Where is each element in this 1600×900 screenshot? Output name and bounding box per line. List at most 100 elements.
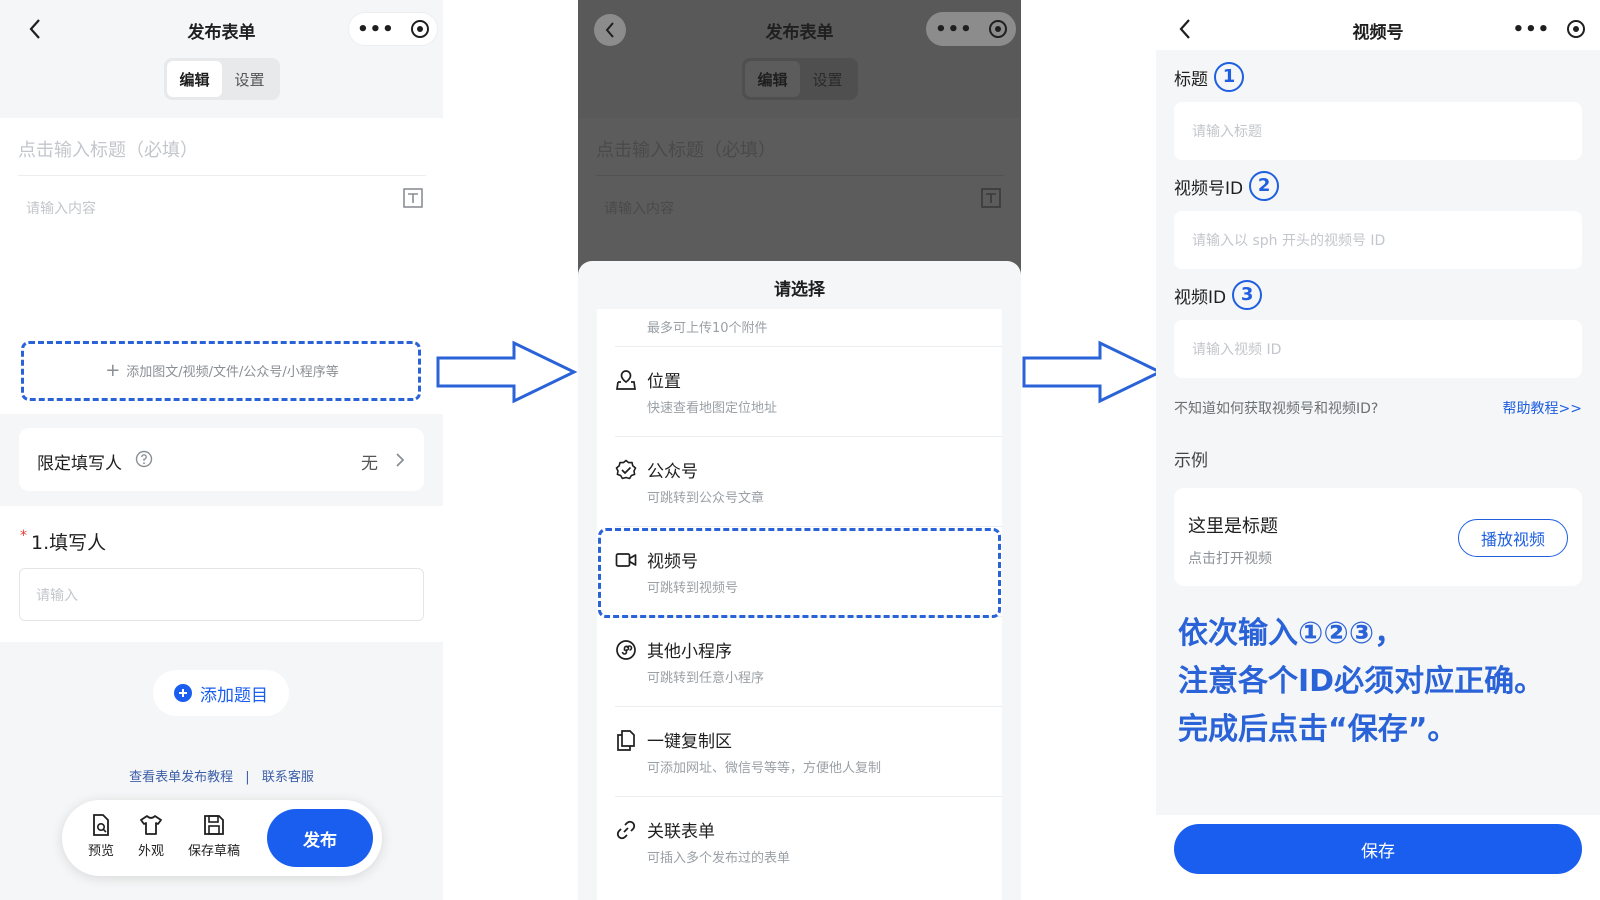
link-icon <box>616 820 636 840</box>
option-desc: 可跳转到任意小程序 <box>647 671 765 686</box>
question-title: 1.填写人 <box>31 532 107 554</box>
add-question-label: 添加题目 <box>200 685 268 706</box>
highlight-add-attachment <box>21 341 421 401</box>
divider <box>596 175 1004 176</box>
instruction-note: 依次输入①②③， 注意各个ID必须对应正确。 完成后点击“保存”。 <box>1178 610 1544 754</box>
bottom-toolbar: 预览 外观 保存草稿 发布 <box>62 800 382 876</box>
capsule-menu[interactable]: ••• <box>1504 12 1594 46</box>
field-label-channel-id: 视频号ID 2 <box>1174 171 1280 201</box>
option-title: 一键复制区 <box>647 732 732 752</box>
save-draft-label: 保存草稿 <box>188 844 241 859</box>
option-partial-top: 最多可上传10个附件 <box>597 265 1002 347</box>
label-text: 标题 <box>1174 69 1208 90</box>
help-circle-icon[interactable] <box>135 450 153 468</box>
label-text: 视频号ID <box>1174 178 1244 199</box>
tab-edit[interactable]: 编辑 <box>745 61 800 97</box>
shirt-icon <box>140 815 162 835</box>
copy-icon <box>617 730 635 751</box>
help-tutorial-link[interactable]: 帮助教程>> <box>1503 398 1582 418</box>
option-title: 其他小程序 <box>647 642 732 662</box>
save-button[interactable]: 保存 <box>1174 824 1582 874</box>
divider <box>18 175 426 176</box>
more-icon[interactable]: ••• <box>935 19 973 40</box>
highlight-channels-option <box>598 528 1001 618</box>
note-line: 依次输入①②③， <box>1178 616 1405 651</box>
example-subtitle: 点击打开视频 <box>1188 551 1272 567</box>
location-icon <box>616 370 636 390</box>
publish-button[interactable]: 发布 <box>267 809 373 867</box>
restrict-filler-row[interactable]: 限定填写人 无 <box>19 428 424 491</box>
panel-channels-form: 视频号 ••• 标题 1 请输入标题 视频号ID 2 请输入以 sph 开头的视… <box>1156 0 1600 900</box>
note-line: 注意各个ID必须对应正确。 <box>1178 664 1545 699</box>
capsule-menu[interactable]: ••• <box>348 12 438 46</box>
text-format-icon <box>981 188 1001 208</box>
arrow-right-icon <box>1022 340 1164 404</box>
chevron-right-icon <box>396 453 405 467</box>
more-icon[interactable]: ••• <box>357 19 395 40</box>
option-title: 公众号 <box>647 462 698 482</box>
example-card: 这里是标题 点击打开视频 播放视频 <box>1174 488 1582 586</box>
close-miniprogram-icon[interactable] <box>410 20 429 38</box>
field-label-video-id: 视频ID 3 <box>1174 280 1263 310</box>
question-input[interactable]: 请输入 <box>19 568 424 621</box>
play-video-button[interactable]: 播放视频 <box>1458 519 1568 557</box>
channel-id-input[interactable]: 请输入以 sph 开头的视频号 ID <box>1174 211 1582 269</box>
content-input[interactable]: 请输入内容 <box>26 198 96 218</box>
option-mini-program[interactable]: 其他小程序 可跳转到任意小程序 <box>597 617 1002 707</box>
save-draft-button[interactable]: 保存草稿 <box>188 814 240 859</box>
close-miniprogram-icon[interactable] <box>988 20 1007 38</box>
edit-settings-tabs: 编辑 设置 <box>742 58 858 100</box>
panel-attachment-picker: 发布表单 ••• 编辑 设置 点击输入标题（必填） 请输入内容 请选择 最多可上… <box>578 0 1021 900</box>
option-linked-form[interactable]: 关联表单 可插入多个发布过的表单 <box>597 797 1002 887</box>
close-miniprogram-icon[interactable] <box>1567 20 1586 38</box>
save-icon <box>204 815 224 835</box>
text-format-icon[interactable] <box>403 188 423 208</box>
preview-label: 预览 <box>88 844 115 859</box>
step-badge: 2 <box>1249 171 1280 201</box>
title-input[interactable]: 请输入标题 <box>1174 102 1582 160</box>
field-label-title: 标题 1 <box>1174 62 1244 92</box>
appearance-label: 外观 <box>138 844 165 859</box>
tab-edit[interactable]: 编辑 <box>167 61 222 97</box>
help-question: 不知道如何获取视频号和视频ID? <box>1174 401 1379 417</box>
question-block: * 1.填写人 请输入 <box>0 506 443 642</box>
video-id-input[interactable]: 请输入视频 ID <box>1174 320 1582 378</box>
footer-links: 查看表单发布教程 | 联系客服 <box>0 766 443 785</box>
service-link[interactable]: 联系客服 <box>262 770 314 785</box>
restrict-label: 限定填写人 <box>37 454 122 474</box>
preview-button[interactable]: 预览 <box>88 814 114 859</box>
title-input: 点击输入标题（必填） <box>596 140 776 161</box>
dimmed-editor: 点击输入标题（必填） 请输入内容 <box>578 118 1021 268</box>
option-title: 位置 <box>647 372 681 392</box>
required-mark: * <box>20 528 27 544</box>
option-title: 关联表单 <box>647 822 715 842</box>
option-official-account[interactable]: 公众号 可跳转到公众号文章 <box>597 437 1002 527</box>
example-title: 这里是标题 <box>1188 516 1278 537</box>
option-location[interactable]: 位置 快速查看地图定位地址 <box>597 347 1002 437</box>
add-question-button[interactable]: 添加题目 <box>153 670 289 716</box>
preview-icon <box>93 814 109 836</box>
label-text: 视频ID <box>1174 287 1227 308</box>
more-icon[interactable]: ••• <box>1513 19 1551 40</box>
capsule-menu[interactable]: ••• <box>926 12 1016 46</box>
appearance-button[interactable]: 外观 <box>138 814 164 859</box>
tab-settings[interactable]: 设置 <box>800 61 855 97</box>
link-divider: | <box>245 770 250 785</box>
step-badge: 1 <box>1214 62 1244 92</box>
option-desc: 可插入多个发布过的表单 <box>647 851 791 866</box>
plus-circle-icon <box>174 684 192 702</box>
option-hint: 最多可上传10个附件 <box>647 321 768 336</box>
tab-settings[interactable]: 设置 <box>222 61 277 97</box>
option-desc: 可跳转到公众号文章 <box>647 491 765 506</box>
option-copy-area[interactable]: 一键复制区 可添加网址、微信号等等，方便他人复制 <box>597 707 1002 797</box>
option-desc: 快速查看地图定位地址 <box>647 401 778 416</box>
restrict-value: 无 <box>361 454 378 474</box>
note-line: 完成后点击“保存”。 <box>1178 712 1458 747</box>
example-label: 示例 <box>1174 451 1208 471</box>
step-badge: 3 <box>1232 280 1263 310</box>
title-input[interactable]: 点击输入标题（必填） <box>18 136 198 162</box>
badge-check-icon <box>615 459 637 480</box>
option-desc: 可添加网址、微信号等等，方便他人复制 <box>647 761 882 776</box>
arrow-right-icon <box>436 340 578 404</box>
tutorial-link[interactable]: 查看表单发布教程 <box>129 770 233 785</box>
